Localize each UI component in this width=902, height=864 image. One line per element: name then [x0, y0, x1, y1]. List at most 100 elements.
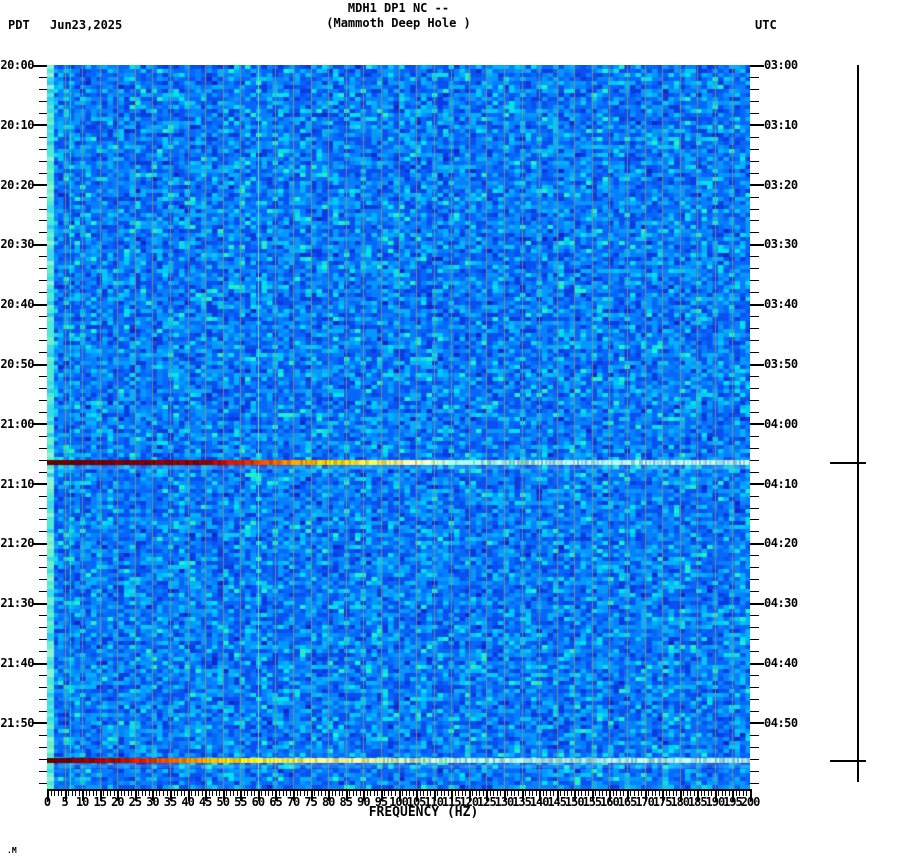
timezone-right-label: UTC	[755, 18, 777, 32]
left-minor-tick	[39, 100, 47, 102]
right-minor-tick	[750, 411, 759, 413]
left-minor-tick	[39, 88, 47, 90]
left-minor-tick	[39, 627, 47, 629]
left-time-label: 20:50	[0, 357, 34, 371]
right-minor-tick	[750, 76, 759, 78]
right-minor-tick	[750, 782, 759, 784]
left-major-tick	[33, 602, 47, 605]
left-major-tick	[33, 722, 47, 725]
left-minor-tick	[39, 399, 47, 401]
right-minor-tick	[750, 208, 759, 210]
right-time-label: 04:10	[764, 476, 798, 491]
left-time-label: 21:20	[0, 536, 34, 551]
right-minor-tick	[750, 268, 759, 270]
right-time-label: 03:40	[764, 297, 798, 312]
left-minor-tick	[39, 782, 47, 784]
left-minor-tick	[39, 746, 47, 748]
left-minor-tick	[39, 435, 47, 437]
right-time-label: 04:00	[764, 416, 798, 431]
right-minor-tick	[750, 399, 759, 401]
left-time-label: 21:50	[0, 715, 34, 730]
right-major-tick	[750, 64, 764, 67]
left-minor-tick	[39, 674, 47, 676]
right-major-tick	[750, 243, 764, 246]
left-minor-tick	[39, 352, 47, 354]
right-minor-tick	[750, 220, 759, 222]
right-minor-tick	[750, 160, 759, 162]
left-minor-tick	[39, 758, 47, 760]
right-minor-tick	[750, 710, 759, 712]
right-minor-tick	[750, 340, 759, 342]
left-minor-tick	[39, 328, 47, 330]
right-major-tick	[750, 483, 764, 486]
left-minor-tick	[39, 411, 47, 413]
right-minor-tick	[750, 447, 759, 449]
left-minor-tick	[39, 172, 47, 174]
left-major-tick	[33, 303, 47, 306]
right-minor-tick	[750, 112, 759, 114]
left-minor-tick	[39, 76, 47, 78]
right-time-label: 03:10	[764, 117, 798, 132]
right-major-tick	[750, 722, 764, 725]
right-minor-tick	[750, 591, 759, 593]
left-major-tick	[33, 423, 47, 426]
right-time-label: 03:30	[764, 237, 798, 252]
right-minor-tick	[750, 387, 759, 389]
left-minor-tick	[39, 531, 47, 533]
right-minor-tick	[750, 495, 759, 497]
right-time-label: 04:50	[764, 715, 798, 730]
right-minor-tick	[750, 136, 759, 138]
left-minor-tick	[39, 447, 47, 449]
left-minor-tick	[39, 112, 47, 114]
left-major-tick	[33, 363, 47, 366]
right-time-label: 03:50	[764, 357, 798, 371]
right-time-label: 04:20	[764, 536, 798, 551]
left-minor-tick	[39, 734, 47, 736]
left-minor-tick	[39, 220, 47, 222]
left-major-tick	[33, 542, 47, 545]
left-minor-tick	[39, 292, 47, 294]
left-minor-tick	[39, 519, 47, 521]
scale-bar-event-mark	[830, 760, 866, 762]
right-minor-tick	[750, 734, 759, 736]
left-minor-tick	[39, 686, 47, 688]
left-minor-tick	[39, 316, 47, 318]
right-minor-tick	[750, 352, 759, 354]
right-minor-tick	[750, 256, 759, 258]
left-minor-tick	[39, 555, 47, 557]
left-minor-tick	[39, 280, 47, 282]
left-major-tick	[33, 124, 47, 127]
left-minor-tick	[39, 495, 47, 497]
right-major-tick	[750, 363, 764, 366]
left-minor-tick	[39, 196, 47, 198]
right-minor-tick	[750, 100, 759, 102]
right-minor-tick	[750, 507, 759, 509]
left-major-tick	[33, 483, 47, 486]
left-time-label: 21:40	[0, 656, 34, 670]
right-minor-tick	[750, 627, 759, 629]
left-minor-tick	[39, 208, 47, 210]
right-minor-tick	[750, 280, 759, 282]
right-minor-tick	[750, 651, 759, 653]
right-minor-tick	[750, 435, 759, 437]
right-minor-tick	[750, 615, 759, 617]
right-minor-tick	[750, 471, 759, 473]
right-major-tick	[750, 423, 764, 426]
right-major-tick	[750, 542, 764, 545]
right-minor-tick	[750, 555, 759, 557]
right-time-label: 03:00	[764, 58, 798, 72]
right-major-tick	[750, 184, 764, 187]
left-minor-tick	[39, 160, 47, 162]
left-major-tick	[33, 184, 47, 187]
left-major-tick	[33, 64, 47, 67]
station-subtitle: (Mammoth Deep Hole )	[326, 16, 471, 30]
right-minor-tick	[750, 770, 759, 772]
right-minor-tick	[750, 579, 759, 581]
left-minor-tick	[39, 770, 47, 772]
timezone-left-label: PDT	[8, 18, 30, 32]
right-minor-tick	[750, 698, 759, 700]
left-minor-tick	[39, 710, 47, 712]
scale-bar-event-mark	[830, 462, 866, 464]
right-minor-tick	[750, 758, 759, 760]
left-time-label: 20:00	[0, 58, 34, 72]
